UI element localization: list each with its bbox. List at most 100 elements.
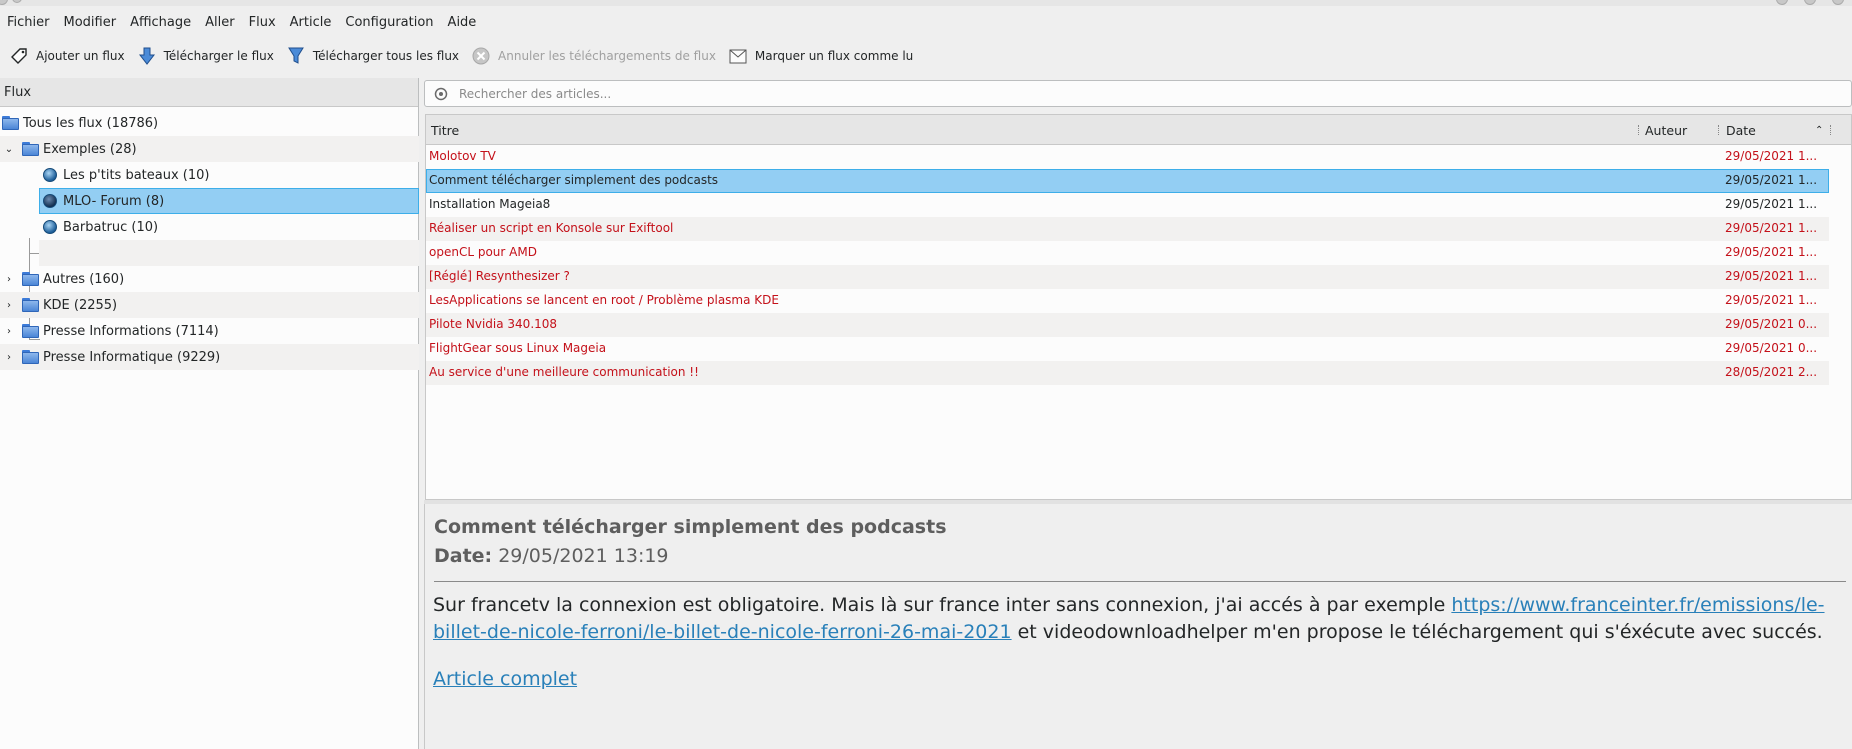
chevron-right-icon[interactable]: ›: [4, 352, 14, 363]
window-button-icon[interactable]: [12, 0, 22, 3]
fetch-all-label: Télécharger tous les flux: [312, 49, 460, 63]
article-row[interactable]: FlightGear sous Linux Mageia 29/05/2021 …: [426, 337, 1829, 361]
menu-aller-label: Aller: [205, 14, 235, 30]
feed-tree-item-autres[interactable]: › Autres (160): [0, 266, 419, 292]
folder-icon: [22, 142, 39, 156]
column-separator[interactable]: [1638, 125, 1640, 135]
close-icon[interactable]: [1832, 0, 1844, 5]
article-title: [Réglé] Resynthesizer ?: [429, 269, 570, 283]
feed-tree-item-barbatruc-label: Barbatruc (10): [63, 219, 159, 235]
feed-favicon-icon: [43, 194, 57, 208]
search-input[interactable]: [459, 86, 1839, 101]
column-header-date[interactable]: Date: [1726, 115, 1756, 145]
column-header-author[interactable]: Auteur: [1645, 115, 1687, 145]
menu-flux-label: Flux: [248, 14, 276, 30]
article-full-link-wrapper: Article complet: [433, 668, 577, 690]
article-title: LesApplications se lancent en root / Pro…: [429, 293, 779, 307]
feed-tree-header[interactable]: Flux: [0, 78, 418, 107]
article-date: 29/05/2021 1...: [1725, 269, 1818, 283]
article-row[interactable]: Au service d'une meilleure communication…: [426, 361, 1829, 385]
article-row[interactable]: LesApplications se lancent en root / Pro…: [426, 289, 1829, 313]
chevron-right-icon[interactable]: ›: [4, 274, 14, 285]
article-row[interactable]: Installation Mageia8 29/05/2021 1...: [426, 193, 1829, 217]
minimize-icon[interactable]: [1776, 0, 1788, 5]
envelope-icon: [727, 45, 749, 67]
article-view-date-value: 29/05/2021 13:19: [498, 545, 669, 567]
menu-affichage-label: Affichage: [130, 14, 192, 30]
article-date: 29/05/2021 0...: [1725, 317, 1818, 331]
article-view-date: Date: 29/05/2021 13:19: [434, 545, 669, 567]
feed-tree-item-all-label: Tous les flux (18786): [23, 115, 159, 131]
menu-affichage[interactable]: Affichage: [123, 15, 198, 30]
menu-configuration-label: Configuration: [345, 14, 434, 30]
menu-article-label: Article: [289, 14, 332, 30]
article-row[interactable]: Molotov TV 29/05/2021 1...: [426, 145, 1829, 169]
menu-modifier[interactable]: Modifier: [57, 15, 124, 30]
chevron-right-icon[interactable]: ›: [4, 300, 14, 311]
search-options-icon[interactable]: [433, 86, 449, 102]
feed-tree-item-mlo-forum-label: MLO- Forum (8): [63, 193, 165, 209]
column-separator[interactable]: [1830, 125, 1832, 135]
article-date: 29/05/2021 1...: [1725, 245, 1818, 259]
article-title: openCL pour AMD: [429, 245, 537, 259]
article-row[interactable]: openCL pour AMD 29/05/2021 1...: [426, 241, 1829, 265]
abort-fetch-label: Annuler les téléchargements de flux: [498, 49, 716, 63]
chevron-right-icon[interactable]: ›: [4, 326, 14, 337]
article-title: FlightGear sous Linux Mageia: [429, 341, 607, 355]
fetch-all-button[interactable]: Télécharger tous les flux: [282, 42, 467, 70]
article-title: Comment télécharger simplement des podca…: [429, 173, 719, 187]
window-button-icon[interactable]: [0, 0, 8, 5]
mark-read-label: Marquer un flux comme lu: [754, 49, 914, 63]
article-list-scrollbar[interactable]: [1828, 144, 1851, 499]
column-separator[interactable]: [1718, 125, 1720, 135]
article-title: Au service d'une meilleure communication…: [429, 365, 699, 379]
download-arrow-icon: [136, 45, 158, 67]
feed-tree-item-barbatruc[interactable]: Barbatruc (10): [0, 214, 419, 240]
article-row[interactable]: [Réglé] Resynthesizer ? 29/05/2021 1...: [426, 265, 1829, 289]
folder-icon: [22, 350, 39, 364]
menu-configuration[interactable]: Configuration: [338, 15, 440, 30]
mark-read-button[interactable]: Marquer un flux comme lu: [724, 42, 921, 70]
tag-icon: [8, 45, 30, 67]
article-title: Réaliser un script en Konsole sur Exifto…: [429, 221, 674, 235]
feed-tree-item-mlo-forum[interactable]: MLO- Forum (8): [0, 188, 419, 214]
abort-fetch-button[interactable]: Annuler les téléchargements de flux: [467, 42, 724, 70]
article-date: 28/05/2021 2...: [1725, 365, 1818, 379]
feed-favicon-icon: [43, 220, 57, 234]
menu-modifier-label: Modifier: [63, 14, 117, 30]
feed-tree-item-bateaux-label: Les p'tits bateaux (10): [63, 167, 210, 183]
feed-favicon-icon: [43, 168, 57, 182]
feed-tree-item-kde[interactable]: › KDE (2255): [0, 292, 419, 318]
folder-icon: [22, 324, 39, 338]
feed-tree-item-presse-informations-label: Presse Informations (7114): [43, 323, 219, 339]
feed-tree-item-all[interactable]: Tous les flux (18786): [0, 110, 419, 136]
article-view: Comment télécharger simplement des podca…: [424, 504, 1852, 749]
article-title: Pilote Nvidia 340.108: [429, 317, 558, 331]
menu-aller[interactable]: Aller: [198, 15, 241, 30]
chevron-down-icon[interactable]: ⌄: [4, 144, 14, 155]
feed-tree-item-presse-informations[interactable]: › Presse Informations (7114): [0, 318, 419, 344]
menu-article[interactable]: Article: [283, 15, 339, 30]
article-row[interactable]: Pilote Nvidia 340.108 29/05/2021 0...: [426, 313, 1829, 337]
article-row[interactable]: Réaliser un script en Konsole sur Exifto…: [426, 217, 1829, 241]
feed-tree-item-presse-informatique-label: Presse Informatique (9229): [43, 349, 221, 365]
sort-ascending-icon[interactable]: ⌃: [1815, 115, 1823, 145]
menu-aide[interactable]: Aide: [441, 15, 484, 30]
fetch-feed-button[interactable]: Télécharger le flux: [133, 42, 282, 70]
article-date: 29/05/2021 0...: [1725, 341, 1818, 355]
article-search-box[interactable]: [424, 80, 1852, 107]
feed-tree-item-presse-informatique[interactable]: › Presse Informatique (9229): [0, 344, 419, 370]
article-row-selected[interactable]: Comment télécharger simplement des podca…: [426, 169, 1829, 193]
add-feed-button[interactable]: Ajouter un flux: [5, 42, 133, 70]
menu-flux[interactable]: Flux: [242, 15, 283, 30]
cancel-icon: [470, 45, 492, 67]
maximize-icon[interactable]: [1804, 0, 1816, 5]
article-body-text: et videodownloadhelper m'en propose le t…: [1011, 621, 1823, 643]
article-view-date-label: Date:: [434, 545, 493, 567]
feed-tree-item-exemples[interactable]: ⌄ Exemples (28): [0, 136, 419, 162]
column-header-title[interactable]: Titre: [431, 115, 459, 145]
add-feed-label: Ajouter un flux: [36, 49, 125, 63]
full-article-link[interactable]: Article complet: [433, 668, 577, 690]
feed-tree-item-bateaux[interactable]: Les p'tits bateaux (10): [0, 162, 419, 188]
menu-fichier[interactable]: Fichier: [0, 15, 57, 30]
